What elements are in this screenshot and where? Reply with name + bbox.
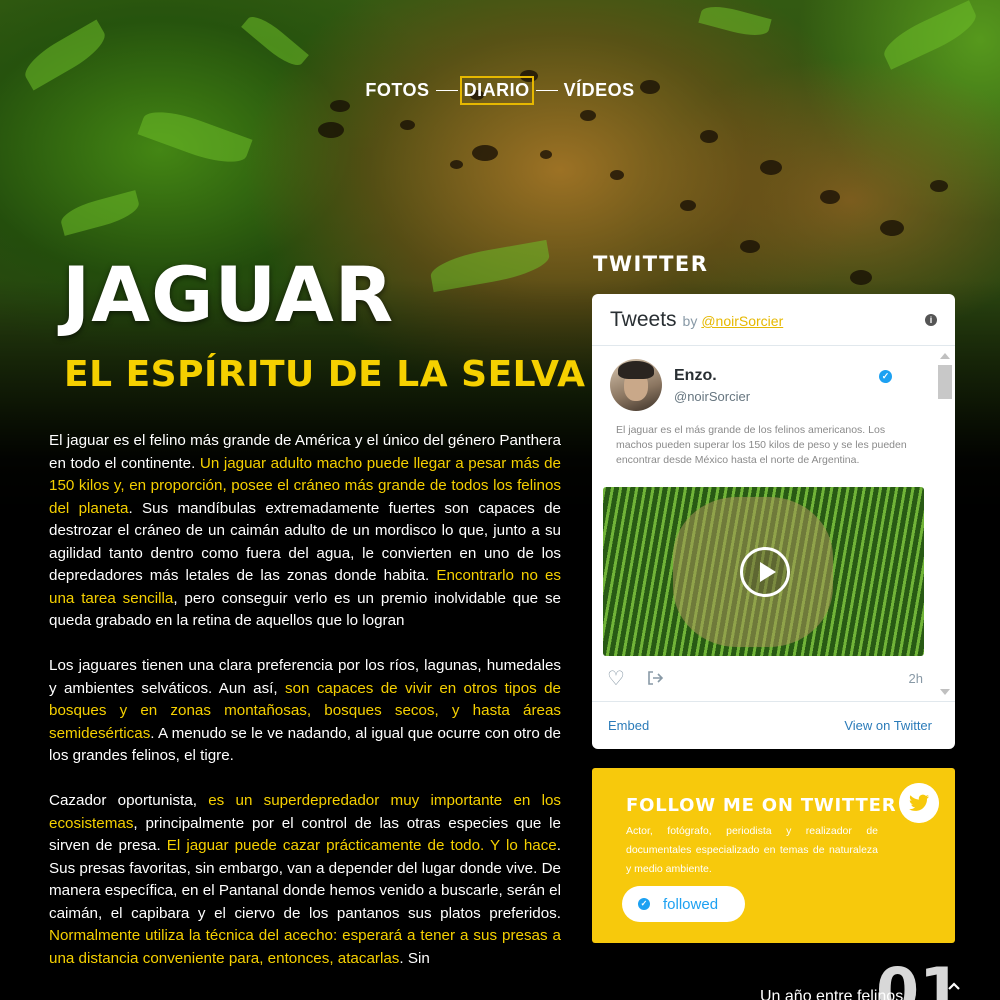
check-icon: ✓ [638,898,650,910]
verified-badge-icon: ✓ [879,370,892,383]
body-text: Cazador oportunista, [49,792,209,809]
twitter-bird-icon[interactable] [899,783,939,823]
view-on-twitter-link[interactable]: View on Twitter [844,718,932,733]
tweet-video-thumbnail[interactable] [603,487,924,656]
article-paragraph: Los jaguares tienen una clara preferenci… [49,655,561,768]
highlighted-text: El jaguar puede cazar prácticamente de t… [166,837,557,854]
timeline-by: by [682,313,698,329]
scrollbar-thumb[interactable] [938,365,952,399]
page-title: JAGUAR [62,250,395,339]
timeline-body: Enzo. @noirSorcier ✓ El jaguar es el más… [592,347,955,701]
avatar[interactable] [610,359,662,411]
nav-diario[interactable]: DIARIO [459,76,534,105]
scroll-down-icon[interactable] [940,689,950,695]
twitter-timeline-widget: Tweets by @noirSorcier i Enzo. @noirSorc… [592,294,955,749]
timeline-scrollbar[interactable] [938,353,952,695]
nav-divider [535,90,558,91]
next-chapter-teaser[interactable]: Un año entre felinos [760,988,903,1000]
info-icon[interactable]: i [925,313,937,326]
article-paragraph: El jaguar es el felino más grande de Amé… [49,430,561,633]
followed-button-label: followed [663,895,719,913]
follow-title: FOLLOW ME ON TWITTER [626,795,897,816]
share-icon[interactable] [646,669,664,687]
timeline-header: Tweets by @noirSorcier i [592,294,955,346]
twitter-heading: TWITTER [593,252,709,276]
followed-button[interactable]: ✓ followed [622,886,745,922]
tweet-text: El jaguar es el más grande de los felino… [616,424,907,466]
heart-icon[interactable]: ♡ [607,669,625,689]
timeline-footer: Embed View on Twitter [592,701,955,749]
tweet-author[interactable]: Enzo. @noirSorcier [610,359,750,411]
timeline-handle-link[interactable]: @noirSorcier [701,313,783,329]
tweet-author-handle[interactable]: @noirSorcier [674,389,750,404]
article-paragraph: Cazador oportunista, es un superdepredad… [49,790,561,970]
tweet-actions: ♡ 2h [607,669,927,689]
nav-videos[interactable]: VÍDEOS [560,76,639,105]
scroll-up-icon[interactable] [940,353,950,359]
nav-divider [435,90,458,91]
follow-card: FOLLOW ME ON TWITTER Actor, fotógrafo, p… [592,768,955,943]
page-subtitle: EL ESPÍRITU DE LA SELVA [64,354,586,395]
tweet-author-name[interactable]: Enzo. [674,367,750,385]
follow-description: Actor, fotógrafo, periodista y realizado… [626,825,878,875]
play-icon[interactable] [740,547,790,597]
body-text: . Sin [399,949,430,967]
scroll-top-icon[interactable] [946,978,962,994]
tweet-timestamp[interactable]: 2h [909,671,923,686]
timeline-title: Tweets [610,307,677,331]
embed-link[interactable]: Embed [608,718,649,733]
highlighted-text: Normalmente utiliza la técnica del acech… [49,927,561,967]
nav-fotos[interactable]: FOTOS [361,76,433,105]
main-nav: FOTOS DIARIO VÍDEOS [0,76,1000,105]
article-body: El jaguar es el felino más grande de Amé… [49,430,561,1000]
